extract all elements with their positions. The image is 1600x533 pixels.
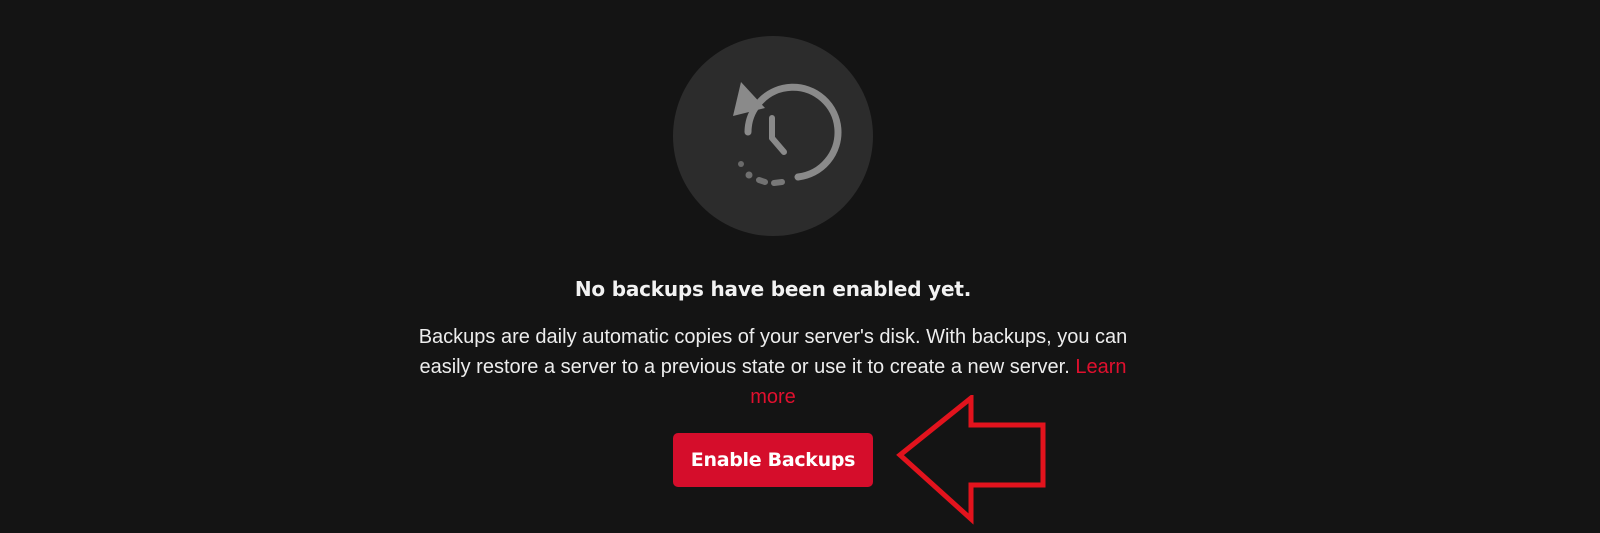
enable-backups-button[interactable]: Enable Backups (673, 433, 873, 487)
empty-state-title: No backups have been enabled yet. (574, 277, 972, 301)
backups-empty-state: No backups have been enabled yet. Backup… (0, 0, 1600, 533)
left-arrow-outline-annotation (896, 395, 1046, 525)
backup-restore-clock-icon (733, 82, 842, 186)
backups-page: No backups have been enabled yet. Backup… (0, 0, 1600, 533)
backup-icon-circle (673, 36, 873, 236)
description-text: Backups are daily automatic copies of yo… (418, 326, 1128, 378)
